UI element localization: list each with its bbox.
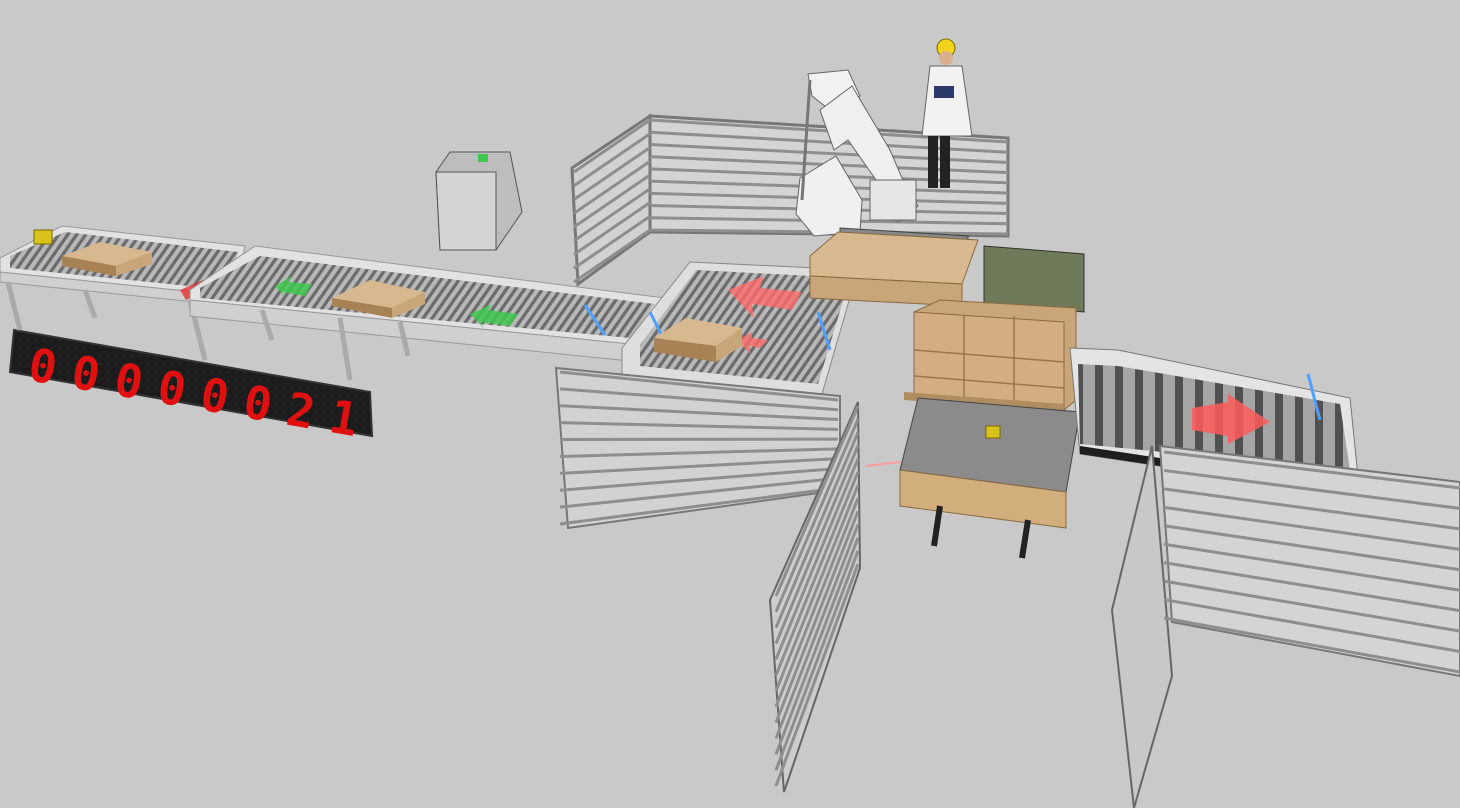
sensor-icon	[33, 229, 53, 245]
safety-fence-front-left	[554, 366, 841, 530]
counter-display: 00000021	[8, 328, 374, 447]
sensor-icon	[985, 425, 1001, 439]
pallet-stack	[809, 231, 1085, 412]
palletizing-cell-scene: 00000021	[0, 38, 1460, 808]
safety-fence-front-right	[1110, 444, 1460, 808]
empty-pallet-station	[865, 397, 1081, 559]
control-cabinet	[435, 151, 523, 251]
